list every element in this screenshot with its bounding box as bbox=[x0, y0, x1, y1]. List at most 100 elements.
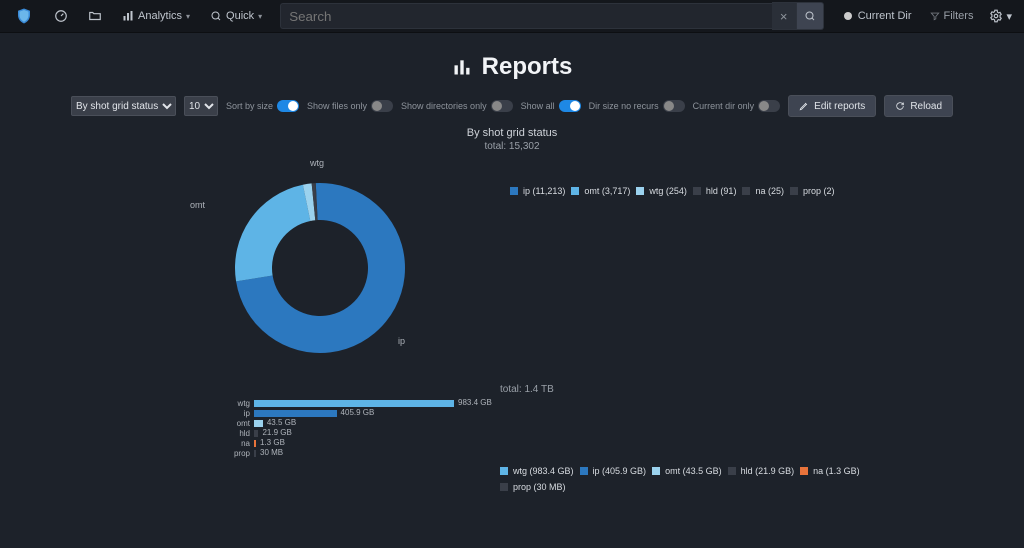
legend-item[interactable]: ip (11,213) bbox=[510, 186, 565, 196]
bar-row: wtg 983.4 GB bbox=[220, 399, 520, 408]
bar-fill[interactable] bbox=[254, 420, 263, 427]
bar-fill[interactable] bbox=[254, 410, 337, 417]
chevron-down-icon: ▾ bbox=[186, 12, 190, 21]
total-size: total: 1.4 TB bbox=[500, 384, 1024, 395]
search-clear-button[interactable]: × bbox=[772, 2, 797, 30]
legend-label: omt (43.5 GB) bbox=[665, 466, 722, 476]
bar-fill[interactable] bbox=[254, 430, 258, 437]
legend-item[interactable]: omt (3,717) bbox=[571, 186, 630, 196]
legend-label: wtg (983.4 GB) bbox=[513, 466, 574, 476]
legend-item[interactable]: prop (30 MB) bbox=[500, 482, 566, 492]
show-files-only-toggle[interactable] bbox=[371, 100, 393, 112]
donut-slice[interactable] bbox=[235, 185, 310, 282]
settings-menu[interactable]: ▾ bbox=[983, 3, 1018, 29]
legend-swatch bbox=[636, 187, 644, 195]
legend-swatch bbox=[800, 467, 808, 475]
quick-label: Quick bbox=[226, 10, 254, 22]
bar-fill[interactable] bbox=[254, 400, 454, 407]
edit-reports-label: Edit reports bbox=[814, 101, 865, 112]
bar-chart-icon bbox=[452, 57, 472, 77]
current-dir-only-toggle[interactable] bbox=[758, 100, 780, 112]
legend-swatch bbox=[790, 187, 798, 195]
legend-swatch bbox=[571, 187, 579, 195]
donut-label-wtg: wtg bbox=[310, 158, 324, 168]
group-by-select[interactable]: By shot grid status bbox=[71, 96, 176, 116]
bar-track: 1.3 GB bbox=[254, 440, 520, 447]
bar-category-label: omt bbox=[220, 419, 254, 428]
legend-item[interactable]: hld (21.9 GB) bbox=[728, 466, 795, 476]
legend-label: hld (21.9 GB) bbox=[741, 466, 795, 476]
bar-fill[interactable] bbox=[254, 450, 256, 457]
show-all-toggle[interactable] bbox=[559, 100, 581, 112]
scope-indicator[interactable]: Current Dir bbox=[836, 3, 920, 29]
app-logo[interactable] bbox=[6, 6, 42, 26]
bar-value-label: 983.4 GB bbox=[458, 398, 492, 407]
close-icon: × bbox=[780, 9, 788, 24]
search-submit-button[interactable] bbox=[797, 2, 824, 30]
legend-swatch bbox=[500, 467, 508, 475]
legend-item[interactable]: na (25) bbox=[742, 186, 784, 196]
show-dirs-only-toggle[interactable] bbox=[491, 100, 513, 112]
top-nav: Analytics ▾ Quick ▾ × Current Dir Filter… bbox=[0, 0, 1024, 33]
bar-legend: wtg (983.4 GB) ip (405.9 GB) omt (43.5 GB)… bbox=[500, 466, 860, 492]
bar-category-label: ip bbox=[220, 409, 254, 418]
sort-by-size-toggle[interactable] bbox=[277, 100, 299, 112]
donut-label-omt: omt bbox=[190, 200, 205, 210]
bar-value-label: 405.9 GB bbox=[341, 408, 375, 417]
reload-label: Reload bbox=[910, 101, 942, 112]
legend-label: prop (2) bbox=[803, 186, 835, 196]
scope-label: Current Dir bbox=[858, 10, 912, 22]
quick-menu[interactable]: Quick ▾ bbox=[202, 3, 270, 29]
analytics-menu[interactable]: Analytics ▾ bbox=[114, 3, 198, 29]
chevron-down-icon: ▾ bbox=[258, 12, 262, 21]
bar-fill[interactable] bbox=[254, 440, 256, 447]
search-group: × bbox=[280, 2, 824, 30]
legend-item[interactable]: hld (91) bbox=[693, 186, 737, 196]
dashboard-icon[interactable] bbox=[46, 3, 76, 29]
main-content: Reports By shot grid status 10 Sort by s… bbox=[0, 33, 1024, 492]
limit-select[interactable]: 10 bbox=[184, 96, 218, 116]
legend-item[interactable]: wtg (983.4 GB) bbox=[500, 466, 574, 476]
bar-value-label: 1.3 GB bbox=[260, 438, 285, 447]
bar-category-label: na bbox=[220, 439, 254, 448]
current-dir-only-label: Current dir only bbox=[693, 101, 755, 111]
show-dirs-label: Show directories only bbox=[401, 101, 487, 111]
report-controls: By shot grid status 10 Sort by size Show… bbox=[0, 95, 1024, 117]
bar-row: prop30 MB bbox=[220, 449, 520, 458]
topbar-right: Current Dir Filters ▾ bbox=[836, 3, 1018, 29]
bar-category-label: hld bbox=[220, 429, 254, 438]
filters-button[interactable]: Filters bbox=[922, 3, 982, 29]
legend-label: na (25) bbox=[755, 186, 784, 196]
legend-swatch bbox=[652, 467, 660, 475]
donut-row: wtg omt ip ip (11,213) omt (3,717) wtg (25… bbox=[0, 158, 1024, 378]
edit-reports-button[interactable]: Edit reports bbox=[788, 95, 876, 117]
scope-dot-icon bbox=[844, 12, 852, 20]
legend-item[interactable]: prop (2) bbox=[790, 186, 835, 196]
bar-value-label: 43.5 GB bbox=[267, 418, 296, 427]
legend-swatch bbox=[580, 467, 588, 475]
donut-legend: ip (11,213) omt (3,717) wtg (254) hld (91) n… bbox=[510, 186, 1024, 196]
bar-track: 983.4 GB bbox=[254, 400, 520, 407]
legend-label: na (1.3 GB) bbox=[813, 466, 860, 476]
legend-label: hld (91) bbox=[706, 186, 737, 196]
report-subtitle: By shot grid status bbox=[0, 127, 1024, 139]
folder-icon[interactable] bbox=[80, 3, 110, 29]
donut-chart: wtg omt ip bbox=[150, 158, 510, 378]
pencil-icon bbox=[799, 101, 809, 111]
page-title-text: Reports bbox=[482, 53, 573, 81]
legend-item[interactable]: ip (405.9 GB) bbox=[580, 466, 647, 476]
dir-size-no-recurs-toggle[interactable] bbox=[663, 100, 685, 112]
search-input[interactable] bbox=[280, 3, 772, 29]
legend-label: prop (30 MB) bbox=[513, 482, 566, 492]
bar-row: omt 43.5 GB bbox=[220, 419, 520, 428]
reload-button[interactable]: Reload bbox=[884, 95, 953, 117]
page-title: Reports bbox=[0, 53, 1024, 81]
legend-item[interactable]: na (1.3 GB) bbox=[800, 466, 860, 476]
bar-value-label: 30 MB bbox=[260, 448, 283, 457]
legend-label: ip (11,213) bbox=[523, 186, 565, 196]
bar-category-label: wtg bbox=[220, 399, 254, 408]
bar-track: 405.9 GB bbox=[254, 410, 520, 417]
bar-row: hld21.9 GB bbox=[220, 429, 520, 438]
legend-item[interactable]: omt (43.5 GB) bbox=[652, 466, 722, 476]
legend-item[interactable]: wtg (254) bbox=[636, 186, 687, 196]
